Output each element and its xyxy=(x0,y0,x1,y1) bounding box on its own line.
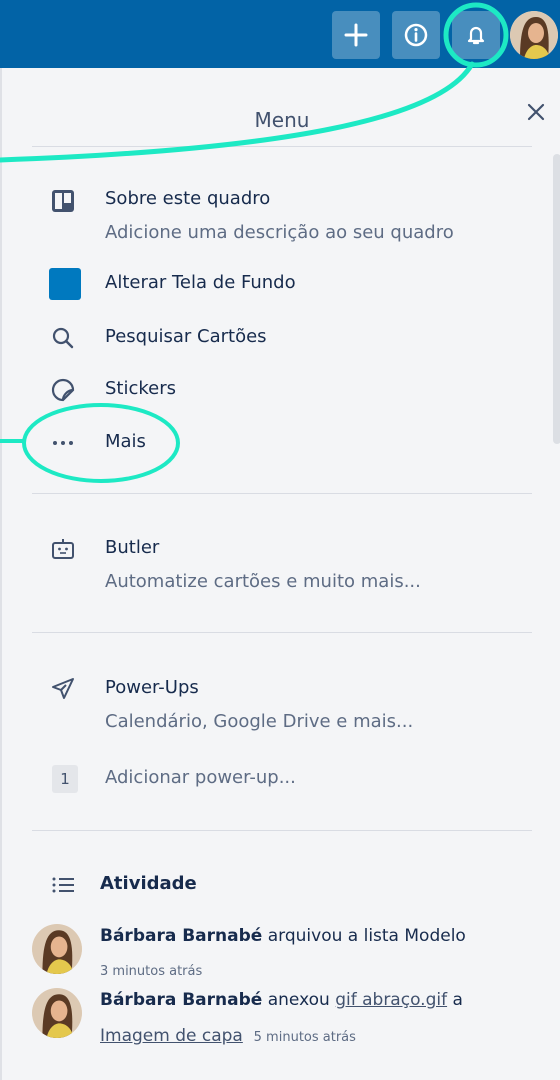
activity-action: a xyxy=(447,990,463,1010)
more-icon xyxy=(50,430,76,456)
add-button[interactable] xyxy=(332,11,380,59)
activity-entry: Bárbara Barnabé arquivou a lista Modelo … xyxy=(32,924,552,984)
bell-icon xyxy=(467,26,485,45)
menu-divider xyxy=(32,632,532,633)
info-icon xyxy=(404,23,428,47)
powerup-count-badge: 1 xyxy=(52,765,78,793)
menu-item-title: Alterar Tela de Fundo xyxy=(105,272,296,293)
attachment-link[interactable]: gif abraço.gif xyxy=(335,990,447,1010)
close-button[interactable] xyxy=(522,98,550,126)
avatar[interactable] xyxy=(32,924,82,974)
menu-item-title: Stickers xyxy=(105,378,177,399)
activity-text: Bárbara Barnabé anexou gif abraço.gif a xyxy=(100,990,463,1010)
menu-divider xyxy=(32,830,532,831)
activity-icon xyxy=(52,876,74,898)
board-icon xyxy=(50,188,76,214)
activity-time[interactable]: 3 minutos atrás xyxy=(100,964,202,979)
activity-text: Bárbara Barnabé arquivou a lista Modelo xyxy=(100,926,466,946)
board-menu-panel: Menu Sobre este quadro Adicione uma desc… xyxy=(0,68,560,1080)
avatar[interactable] xyxy=(32,988,82,1038)
search-icon xyxy=(50,325,76,351)
menu-item-subtitle: Automatize cartões e muito mais... xyxy=(105,571,421,592)
scrollbar[interactable] xyxy=(553,154,560,444)
menu-item-title: Mais xyxy=(105,431,146,452)
menu-divider xyxy=(32,493,532,494)
activity-user[interactable]: Bárbara Barnabé xyxy=(100,926,262,946)
add-powerup-link[interactable]: Adicionar power-up... xyxy=(105,767,296,788)
menu-item-subtitle: Adicione uma descrição ao seu quadro xyxy=(105,222,454,243)
activity-time[interactable]: 5 minutos atrás xyxy=(254,1030,356,1045)
color-swatch xyxy=(49,268,81,300)
activity-entry: Bárbara Barnabé anexou gif abraço.gif a … xyxy=(32,988,552,1068)
activity-user[interactable]: Bárbara Barnabé xyxy=(100,990,262,1010)
menu-item-title: Power-Ups xyxy=(105,677,199,698)
avatar[interactable] xyxy=(510,11,558,59)
plus-icon xyxy=(344,23,368,47)
header-bar xyxy=(0,0,560,68)
activity-action: anexou xyxy=(262,990,336,1010)
menu-item-title: Butler xyxy=(105,537,160,558)
menu-item-title: Pesquisar Cartões xyxy=(105,326,267,347)
notifications-button[interactable] xyxy=(452,11,500,59)
activity-action: arquivou a lista Modelo xyxy=(262,926,466,946)
sticker-icon xyxy=(50,377,76,403)
close-icon xyxy=(527,103,545,121)
info-button[interactable] xyxy=(392,11,440,59)
menu-item-subtitle: Calendário, Google Drive e mais... xyxy=(105,711,414,732)
menu-title: Menu xyxy=(254,108,310,132)
rocket-icon xyxy=(50,676,76,702)
menu-item-title: Sobre este quadro xyxy=(105,188,271,209)
activity-text-line2: Imagem de capa 5 minutos atrás xyxy=(100,1026,356,1046)
robot-icon xyxy=(50,536,76,562)
cover-image-link[interactable]: Imagem de capa xyxy=(100,1026,243,1046)
activity-title: Atividade xyxy=(100,873,197,894)
menu-divider xyxy=(32,146,532,147)
